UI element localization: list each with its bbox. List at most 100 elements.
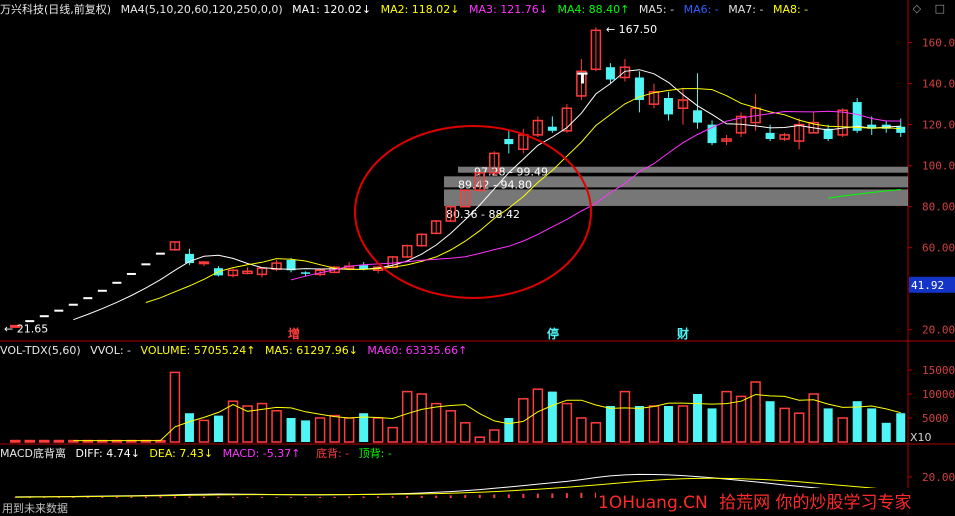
candle-body-down bbox=[765, 132, 775, 140]
volume-bar-down bbox=[286, 418, 296, 442]
volume-bar-up bbox=[750, 381, 761, 443]
support-zones: 97.28 - 99.4989.42 - 94.8080.36 - 88.42 bbox=[444, 166, 908, 221]
tag-cai[interactable]: 财 bbox=[677, 325, 689, 342]
vol-ma60-value: MA60: 63335.66↑ bbox=[367, 344, 468, 357]
candle-body-down bbox=[693, 110, 703, 123]
volume-bar-up bbox=[489, 429, 500, 443]
volume-bar-up bbox=[271, 410, 282, 443]
volume-bar-down bbox=[634, 406, 644, 442]
volume-bar-up bbox=[561, 402, 573, 443]
vol-ma5-value: MA5: 61297.96↓ bbox=[264, 344, 358, 357]
dea-value: DEA: 7.43↓ bbox=[149, 447, 214, 460]
candle-body-down bbox=[547, 126, 557, 131]
volume-bar-up bbox=[793, 412, 805, 443]
volume-bar-down bbox=[881, 422, 891, 442]
vol-ma5-line bbox=[73, 393, 901, 442]
volume-bar-up bbox=[518, 398, 529, 443]
volume-bar-up bbox=[329, 414, 340, 443]
volume-ma-lines bbox=[73, 393, 901, 442]
volume-bar-up bbox=[372, 417, 384, 443]
period-label: (日线,前复权) bbox=[44, 3, 112, 16]
volume-bar-down bbox=[213, 415, 223, 442]
volume-bar-up bbox=[227, 400, 239, 443]
chart-stage: 97.28 - 99.4989.42 - 94.8080.36 - 88.42 … bbox=[0, 0, 955, 514]
ma6-value: MA6: - bbox=[683, 3, 719, 16]
square-icon[interactable]: □ bbox=[935, 2, 945, 15]
watermark-right: 拾荒网 你的炒股学习专家 bbox=[719, 493, 912, 513]
volume-bars bbox=[10, 371, 906, 443]
low-label: ← 21.65 bbox=[4, 322, 48, 335]
volume-bar-up bbox=[576, 417, 587, 443]
t-mark: T bbox=[577, 70, 588, 88]
volume-bar-up bbox=[677, 405, 689, 443]
candle-body-down bbox=[605, 67, 615, 80]
diff-value: DIFF: 4.74↓ bbox=[75, 447, 140, 460]
macd-value: MACD: -5.37↑ bbox=[222, 447, 301, 460]
last-price-label: 41.92 bbox=[911, 279, 944, 292]
volume-bar-down bbox=[707, 408, 717, 442]
volume-bar-up bbox=[460, 422, 471, 443]
price-axis: 20.0040.0060.0080.00100.00120.00140.0016… bbox=[908, 37, 955, 484]
volume-bar-up bbox=[721, 390, 732, 443]
watermark-left: 1OHuang.CN bbox=[598, 493, 708, 513]
dibei-value: 底背: - bbox=[315, 447, 350, 460]
candle-body-down bbox=[504, 139, 514, 145]
diamond-icon[interactable]: ◇ bbox=[913, 2, 921, 15]
volume-bar-up bbox=[416, 393, 427, 443]
vol-tick-label: 10000 bbox=[922, 388, 955, 401]
ma-indicator-name[interactable]: MA4(5,10,20,60,120,250,0,0) bbox=[121, 3, 283, 16]
volume-bar-up bbox=[387, 426, 398, 443]
tag-zeng[interactable]: 增 bbox=[288, 325, 300, 342]
volume-bar-up bbox=[53, 439, 65, 443]
zone-band bbox=[444, 189, 908, 206]
vol-tick-label: 5000 bbox=[922, 412, 949, 425]
volume-bar-down bbox=[693, 394, 703, 442]
volume-bar-down bbox=[547, 391, 557, 442]
volume-bar-down bbox=[605, 406, 615, 442]
ma1-value: MA1: 120.02↓ bbox=[292, 3, 372, 16]
macd-indicator-name[interactable]: MACD底背离 bbox=[0, 447, 66, 460]
volume-bar-up bbox=[198, 419, 210, 443]
volume-bar-up bbox=[24, 439, 36, 443]
volume-bar-up bbox=[401, 390, 413, 443]
macd-tick-label: 20.00 bbox=[922, 471, 955, 484]
vol-tick-label: 15000 bbox=[922, 364, 955, 377]
vvol-value: VVOL: - bbox=[90, 344, 132, 357]
vol-unit-label: X10 bbox=[910, 431, 932, 444]
candle-body-down bbox=[663, 97, 673, 115]
price-tick-label: 80.00 bbox=[922, 201, 955, 214]
volume-header: VOL-TDX(5,60) VVOL: - VOLUME: 57055.24↑ … bbox=[0, 343, 473, 359]
volume-bar-up bbox=[837, 417, 848, 443]
volume-bar-up bbox=[39, 439, 50, 443]
zone-label: 80.36 - 88.42 bbox=[446, 208, 520, 221]
macd-header: MACD底背离 DIFF: 4.74↓ DEA: 7.43↓ MACD: -5.… bbox=[0, 446, 398, 462]
candle-body-up bbox=[198, 261, 210, 265]
vol-indicator-name[interactable]: VOL-TDX(5,60) bbox=[0, 344, 81, 357]
zone-label: 89.42 - 94.80 bbox=[458, 178, 532, 191]
volume-bar-up bbox=[430, 402, 442, 443]
volume-bar-up bbox=[735, 395, 747, 443]
ma8-value: MA8: - bbox=[772, 3, 809, 16]
tag-ting[interactable]: 停 bbox=[547, 325, 559, 342]
high-label: ← 167.50 bbox=[606, 23, 657, 36]
price-tick-label: 20.00 bbox=[922, 324, 955, 337]
volume-bar-down bbox=[823, 408, 833, 442]
watermark: 1OHuang.CN 拾荒网 你的炒股学习专家 bbox=[596, 488, 914, 513]
volume-bar-down bbox=[504, 418, 514, 442]
price-tick-label: 60.00 bbox=[922, 242, 955, 255]
volume-bar-down bbox=[765, 401, 775, 442]
volume-bar-down bbox=[301, 420, 311, 442]
dingbei-value: 顶背: - bbox=[358, 447, 392, 460]
volume-bar-up bbox=[648, 405, 660, 443]
price-tick-label: 160.00 bbox=[922, 37, 955, 50]
ma4-value: MA4: 88.40↑ bbox=[557, 3, 630, 16]
volume-bar-up bbox=[474, 436, 486, 443]
volume-bar-up bbox=[590, 422, 602, 443]
volume-bar-up bbox=[169, 371, 181, 443]
ma2-value: MA2: 118.02↓ bbox=[380, 3, 460, 16]
ma3-value: MA3: 121.76↓ bbox=[469, 3, 548, 16]
stock-name[interactable]: 万兴科技 bbox=[0, 3, 44, 16]
candle-body-down bbox=[896, 126, 906, 133]
price-tick-label: 100.00 bbox=[922, 160, 955, 173]
volume-bar-up bbox=[343, 417, 355, 443]
